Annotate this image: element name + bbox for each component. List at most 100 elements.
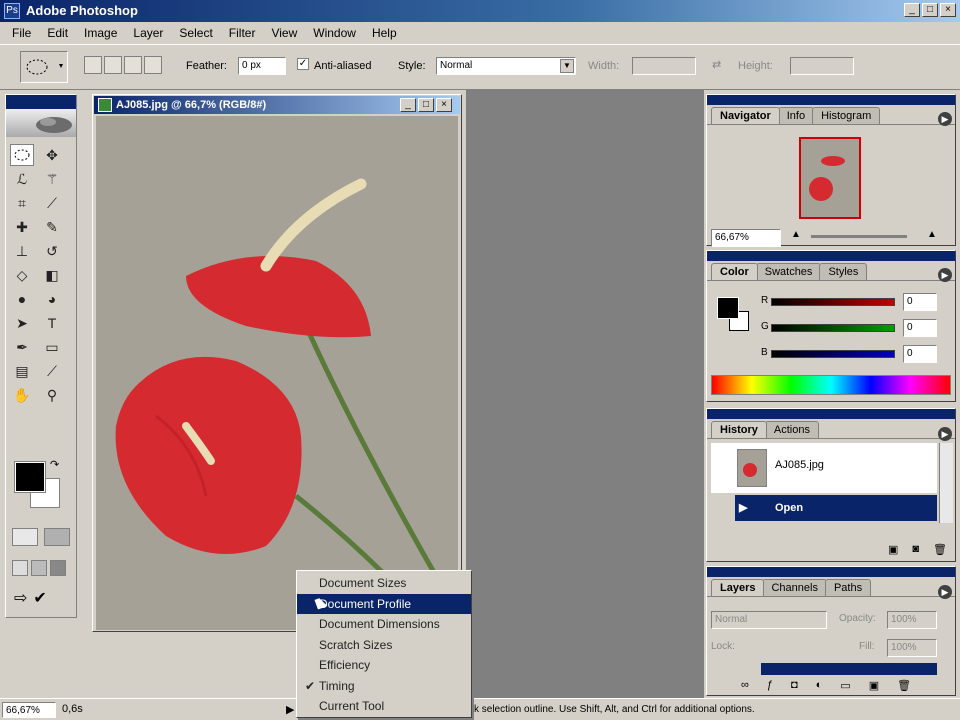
- channel-r-value[interactable]: 0: [903, 293, 937, 311]
- fullscreen-menu-icon[interactable]: [31, 560, 47, 576]
- style-select[interactable]: Normal ▼: [436, 57, 576, 75]
- navigator-zoom-field[interactable]: 66,67%: [711, 229, 781, 247]
- dodge-icon[interactable]: ◕: [40, 288, 64, 310]
- checkmark-icon[interactable]: ✔: [33, 588, 46, 610]
- layers-panel-header[interactable]: [707, 567, 955, 577]
- history-snapshot-row[interactable]: AJ085.jpg: [711, 443, 937, 493]
- channel-r-slider[interactable]: [771, 298, 895, 306]
- subtract-selection-icon[interactable]: [124, 56, 142, 74]
- tab-history[interactable]: History: [711, 421, 767, 438]
- pen-icon[interactable]: ✒: [10, 336, 34, 358]
- blur-icon[interactable]: ●: [10, 288, 34, 310]
- menu-layer[interactable]: Layer: [125, 22, 171, 44]
- healing-icon[interactable]: ✚: [10, 216, 34, 238]
- menu-filter[interactable]: Filter: [221, 22, 264, 44]
- hand-icon[interactable]: ✋: [10, 384, 34, 406]
- layer-row[interactable]: [761, 663, 937, 675]
- antialiased-checkbox[interactable]: ✓: [297, 58, 309, 70]
- clone-stamp-icon[interactable]: ⊥: [10, 240, 34, 262]
- tab-navigator[interactable]: Navigator: [711, 107, 780, 124]
- tool-preset-picker[interactable]: [20, 51, 68, 83]
- tab-info[interactable]: Info: [777, 107, 815, 124]
- menu-item-efficiency[interactable]: Efficiency: [297, 655, 471, 676]
- zoom-slider[interactable]: [811, 235, 907, 238]
- menu-select[interactable]: Select: [171, 22, 220, 44]
- menu-item-scratch-sizes[interactable]: Scratch Sizes: [297, 635, 471, 656]
- channel-g-slider[interactable]: [771, 324, 895, 332]
- move-icon[interactable]: ✥: [40, 144, 64, 166]
- history-step-row[interactable]: ▶ Open: [735, 495, 937, 521]
- zoom-out-icon[interactable]: ▲: [791, 229, 801, 240]
- doc-maximize-button[interactable]: □: [418, 98, 434, 112]
- snapshot-icon[interactable]: ◙: [912, 543, 919, 556]
- gradient-icon[interactable]: ◧: [40, 264, 64, 286]
- menu-item-current-tool[interactable]: Current Tool: [297, 696, 471, 717]
- menu-item-document-dimensions[interactable]: Document Dimensions: [297, 614, 471, 635]
- close-button[interactable]: ×: [940, 3, 956, 17]
- link-icon[interactable]: ∞: [741, 679, 749, 692]
- mask-icon[interactable]: ◘: [791, 679, 798, 692]
- magic-wand-icon[interactable]: ⚚: [40, 168, 64, 190]
- tab-color[interactable]: Color: [711, 263, 758, 280]
- history-panel-header[interactable]: [707, 409, 955, 419]
- tab-layers[interactable]: Layers: [711, 579, 765, 596]
- menu-item-document-sizes[interactable]: Document Sizes: [297, 573, 471, 594]
- color-ramp[interactable]: [711, 375, 951, 395]
- eyedropper-icon[interactable]: ⟋: [40, 360, 64, 382]
- delete-layer-icon[interactable]: 🗑: [897, 679, 911, 692]
- status-menu-arrow-icon[interactable]: ▶: [286, 703, 294, 716]
- doc-close-button[interactable]: ×: [436, 98, 452, 112]
- path-select-icon[interactable]: ➤: [10, 312, 34, 334]
- tab-channels[interactable]: Channels: [762, 579, 827, 596]
- slice-icon[interactable]: ⟋: [40, 192, 64, 214]
- channel-g-value[interactable]: 0: [903, 319, 937, 337]
- trash-icon[interactable]: 🗑: [933, 543, 947, 556]
- standard-mode-icon[interactable]: [12, 528, 38, 546]
- adobe-logo-icon[interactable]: [6, 109, 76, 137]
- toolbox-header[interactable]: [6, 95, 76, 109]
- doc-minimize-button[interactable]: _: [400, 98, 416, 112]
- new-group-icon[interactable]: ▭: [840, 679, 850, 692]
- tab-actions[interactable]: Actions: [764, 421, 819, 438]
- history-scrollbar[interactable]: [939, 443, 953, 523]
- jump-to-imageready-icon[interactable]: ⇨: [14, 588, 27, 610]
- adjustment-icon[interactable]: ◐: [816, 679, 823, 692]
- menu-file[interactable]: File: [4, 22, 39, 44]
- menu-view[interactable]: View: [263, 22, 305, 44]
- type-icon[interactable]: T: [40, 312, 64, 334]
- maximize-button[interactable]: □: [922, 3, 938, 17]
- layers-menu-icon[interactable]: ▶: [938, 585, 952, 599]
- foreground-color-swatch[interactable]: [14, 461, 46, 493]
- tab-paths[interactable]: Paths: [824, 579, 872, 596]
- tab-histogram[interactable]: Histogram: [812, 107, 881, 124]
- fullscreen-icon[interactable]: [50, 560, 66, 576]
- lasso-icon[interactable]: ℒ: [10, 168, 34, 190]
- color-menu-icon[interactable]: ▶: [938, 268, 952, 282]
- new-layer-icon[interactable]: ▣: [869, 679, 879, 692]
- new-selection-icon[interactable]: [84, 56, 102, 74]
- color-panel-header[interactable]: [707, 251, 955, 261]
- crop-icon[interactable]: ⌗: [10, 192, 34, 214]
- menu-item-timing[interactable]: ✔ Timing: [297, 676, 471, 697]
- channel-b-slider[interactable]: [771, 350, 895, 358]
- eraser-icon[interactable]: ◇: [10, 264, 34, 286]
- menu-edit[interactable]: Edit: [39, 22, 76, 44]
- navigator-thumbnail[interactable]: [799, 137, 861, 219]
- zoom-icon[interactable]: ⚲: [40, 384, 64, 406]
- menu-window[interactable]: Window: [305, 22, 364, 44]
- feather-input[interactable]: 0 px: [238, 57, 286, 75]
- status-zoom-field[interactable]: 66,67%: [2, 702, 56, 718]
- quickmask-mode-icon[interactable]: [44, 528, 70, 546]
- color-fg-swatch[interactable]: [717, 297, 739, 319]
- tab-swatches[interactable]: Swatches: [755, 263, 822, 280]
- add-selection-icon[interactable]: [104, 56, 122, 74]
- brush-icon[interactable]: ✎: [40, 216, 64, 238]
- history-brush-icon[interactable]: ↺: [40, 240, 64, 262]
- new-document-icon[interactable]: ▣: [888, 543, 898, 556]
- channel-b-value[interactable]: 0: [903, 345, 937, 363]
- history-menu-icon[interactable]: ▶: [938, 427, 952, 441]
- shape-icon[interactable]: ▭: [40, 336, 64, 358]
- navigator-panel-header[interactable]: [707, 95, 955, 105]
- tab-styles[interactable]: Styles: [819, 263, 868, 280]
- menu-help[interactable]: Help: [364, 22, 405, 44]
